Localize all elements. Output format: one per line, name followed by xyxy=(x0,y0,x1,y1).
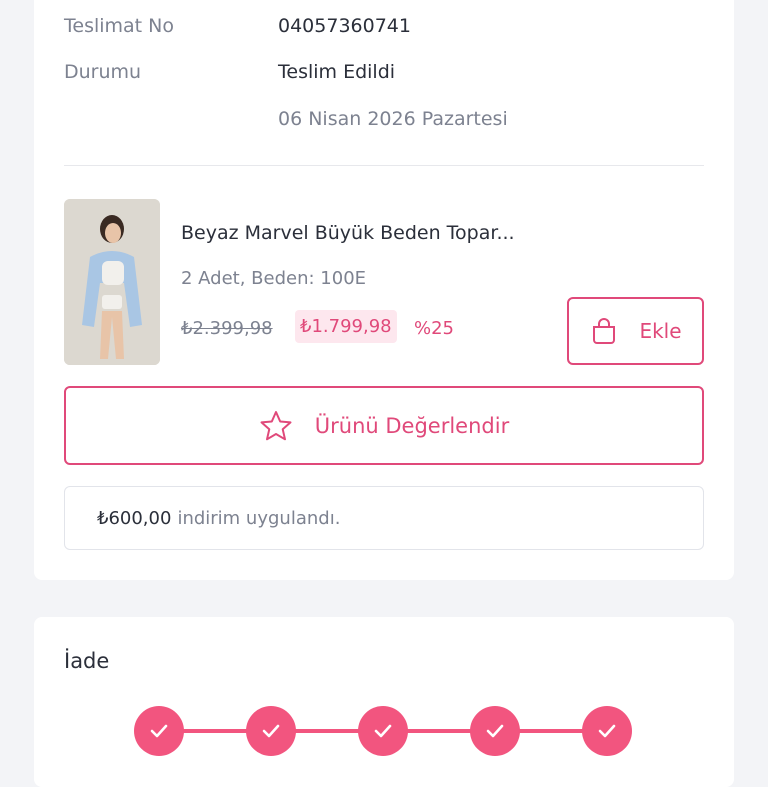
discount-applied-note: ₺600,00 indirim uygulandı. xyxy=(64,486,704,550)
step-4 xyxy=(470,706,520,756)
delivery-number-row: Teslimat No 04057360741 xyxy=(64,15,411,37)
check-icon xyxy=(486,724,504,738)
product-image[interactable] xyxy=(64,199,160,365)
status-value: Teslim Edildi xyxy=(278,61,396,83)
check-icon xyxy=(262,724,280,738)
shopping-bag-icon xyxy=(593,318,616,344)
step-1 xyxy=(134,706,184,756)
discount-text: indirim uygulandı. xyxy=(177,507,341,529)
step-3 xyxy=(358,706,408,756)
divider xyxy=(64,165,704,166)
delivery-number-value: 04057360741 xyxy=(278,15,411,37)
step-2 xyxy=(246,706,296,756)
check-icon xyxy=(374,724,392,738)
delivery-number-label: Teslimat No xyxy=(64,15,175,37)
product-photo-icon xyxy=(64,199,160,365)
order-detail-card: Teslimat No 04057360741 Durumu Teslim Ed… xyxy=(34,0,734,580)
add-to-cart-button[interactable]: Ekle xyxy=(567,297,704,365)
discount-percent: %25 xyxy=(414,318,455,339)
star-outline-icon xyxy=(260,410,292,440)
discount-amount: ₺600,00 xyxy=(97,507,172,529)
product-meta: 2 Adet, Beden: 100E xyxy=(181,268,367,289)
delivery-date: 06 Nisan 2026 Pazartesi xyxy=(278,108,508,130)
step-5 xyxy=(582,706,632,756)
review-button-label: Ürünü Değerlendir xyxy=(314,413,510,438)
price-old: ₺2.399,98 xyxy=(181,318,273,339)
return-progress-stepper xyxy=(134,706,634,756)
price-new: ₺1.799,98 xyxy=(295,310,397,343)
status-label: Durumu xyxy=(64,61,142,83)
return-card: İade xyxy=(34,617,734,787)
add-button-label: Ekle xyxy=(639,319,682,343)
return-section-title: İade xyxy=(64,649,110,673)
review-product-button[interactable]: Ürünü Değerlendir xyxy=(64,386,704,465)
status-row: Durumu Teslim Edildi xyxy=(64,61,395,83)
check-icon xyxy=(598,724,616,738)
product-name[interactable]: Beyaz Marvel Büyük Beden Topar... xyxy=(181,222,515,244)
check-icon xyxy=(150,724,168,738)
